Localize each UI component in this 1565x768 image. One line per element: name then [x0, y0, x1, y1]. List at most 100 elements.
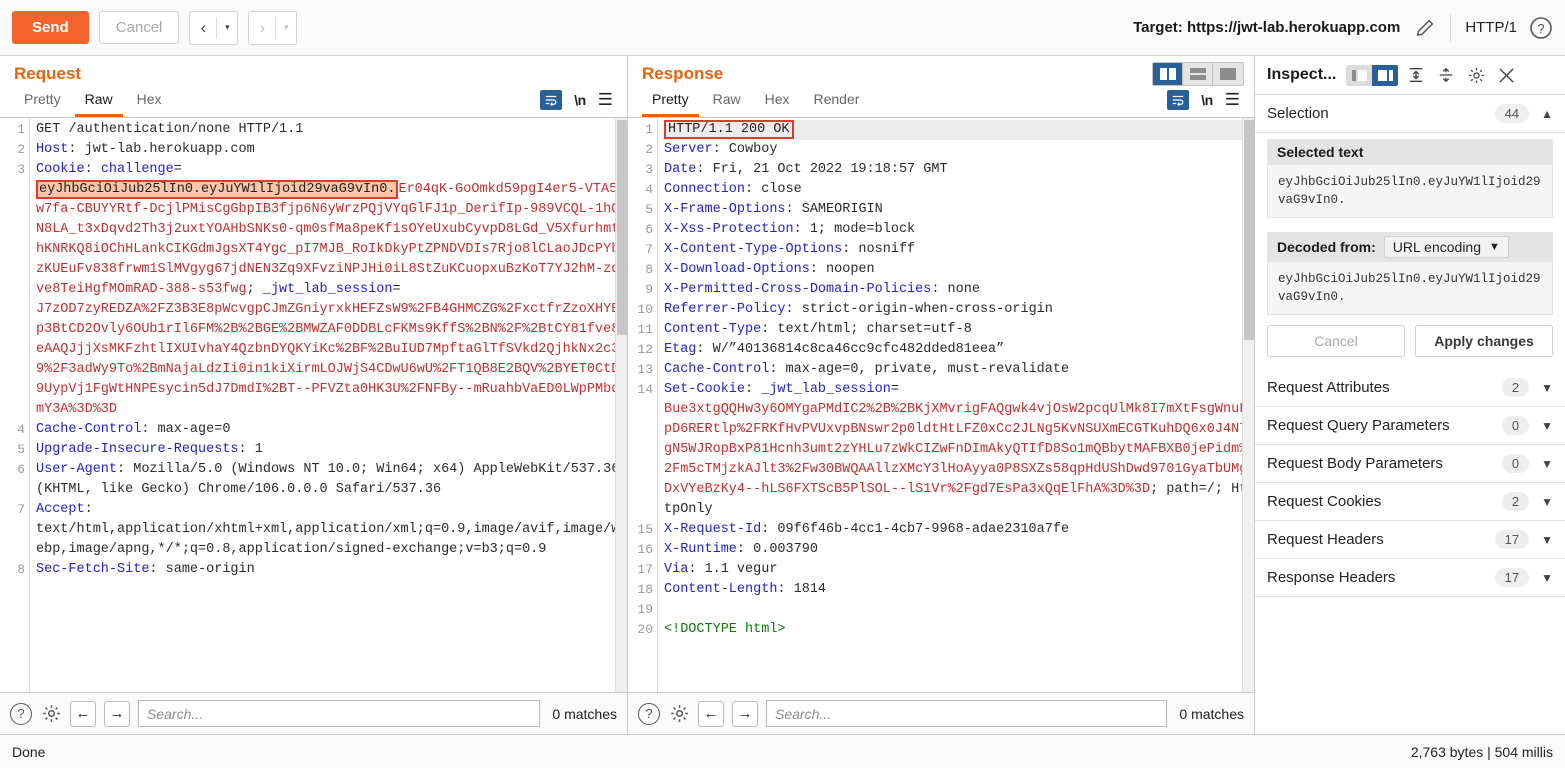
help-icon[interactable]: ? — [1529, 16, 1553, 40]
response-editor[interactable]: 1 2 3 4 5 6 7 8 9 10 11 12 13 14 15 16 17 18 19 20 HTTP/1.1… — [628, 118, 1254, 692]
pencil-icon[interactable] — [1414, 17, 1436, 39]
code-line[interactable]: Connection: close — [664, 180, 1254, 200]
code-line[interactable]: X-Permitted-Cross-Domain-Policies: none — [664, 280, 1254, 300]
decoded-value[interactable]: eyJhbGciOiJub25lIn0.eyJuYW1lIjoid29vaG9v… — [1267, 262, 1553, 315]
code-line[interactable]: X-Runtime: 0.003790 — [664, 540, 1254, 560]
tab-request-hex[interactable]: Hex — [127, 86, 172, 117]
single-pane-icon[interactable] — [1213, 63, 1243, 85]
gear-icon[interactable] — [668, 703, 690, 725]
code-line[interactable]: X-Download-Options: noopen — [664, 260, 1254, 280]
code-line[interactable]: X-Request-Id: 09f6f46b-4cc1-4cb7-9968-ad… — [664, 520, 1254, 540]
http-version-label[interactable]: HTTP/1 — [1465, 19, 1517, 36]
search-prev-button[interactable]: ← — [70, 700, 96, 727]
gear-icon[interactable] — [1464, 64, 1488, 86]
response-search-input[interactable] — [766, 700, 1168, 727]
collapse-all-icon[interactable] — [1434, 64, 1458, 86]
tab-response-render[interactable]: Render — [804, 86, 870, 117]
request-search-input[interactable] — [138, 700, 541, 727]
code-line[interactable]: Etag: W/”40136814c8ca46cc9cfc482dded81ee… — [664, 340, 1254, 360]
code-line[interactable]: GET /authentication/none HTTP/1.1 — [36, 120, 627, 140]
inspector-section-request-body-parameters[interactable]: Request Body Parameters 0 ▼ — [1255, 445, 1565, 483]
code-line[interactable]: HTTP/1.1 200 OK — [664, 120, 1254, 140]
word-wrap-icon[interactable] — [540, 89, 563, 110]
word-wrap-icon[interactable] — [1167, 89, 1190, 110]
inspector-section-request-attributes[interactable]: Request Attributes 2 ▼ — [1255, 369, 1565, 407]
pane-right-icon[interactable] — [1372, 64, 1399, 86]
chevron-down-icon[interactable]: ▼ — [1541, 571, 1553, 585]
code-line[interactable]: Referrer-Policy: strict-origin-when-cros… — [664, 300, 1254, 320]
request-scrollbar[interactable] — [615, 118, 627, 692]
code-line[interactable]: Cookie: challenge= eyJhbGciOiJub25lIn0.e… — [36, 160, 627, 420]
help-icon[interactable]: ? — [10, 702, 32, 725]
inspector-section-request-headers[interactable]: Request Headers 17 ▼ — [1255, 521, 1565, 559]
code-line[interactable]: X-Frame-Options: SAMEORIGIN — [664, 200, 1254, 220]
code-line[interactable]: Upgrade-Insecure-Requests: 1 — [36, 440, 627, 460]
code-line[interactable]: Server: Cowboy — [664, 140, 1254, 160]
pane-left-icon[interactable] — [1346, 64, 1373, 86]
menu-icon[interactable]: ☰ — [598, 91, 613, 108]
tab-response-raw[interactable]: Raw — [703, 86, 751, 117]
code-line[interactable]: X-Xss-Protection: 1; mode=block — [664, 220, 1254, 240]
code-segment: X-Download-Options — [664, 262, 810, 277]
decoded-from-select[interactable]: URL encoding ▼ — [1383, 236, 1509, 258]
code-line[interactable]: Content-Type: text/html; charset=utf-8 — [664, 320, 1254, 340]
history-forward-group[interactable]: › ▾ — [248, 10, 298, 45]
split-horizontal-icon[interactable] — [1183, 63, 1213, 85]
chevron-down-icon[interactable]: ▾ — [276, 12, 296, 44]
chevron-left-icon[interactable]: ‹ — [190, 12, 216, 44]
code-line[interactable] — [664, 600, 1254, 620]
inspector-section-response-headers[interactable]: Response Headers 17 ▼ — [1255, 559, 1565, 597]
tab-response-hex[interactable]: Hex — [755, 86, 800, 117]
show-newlines-icon[interactable]: \n — [1201, 92, 1213, 108]
code-line[interactable]: Cache-Control: max-age=0, private, must-… — [664, 360, 1254, 380]
code-segment: : — [84, 162, 101, 177]
show-newlines-icon[interactable]: \n — [574, 92, 586, 108]
gear-icon[interactable] — [40, 703, 62, 725]
chevron-down-icon[interactable]: ▼ — [1541, 495, 1553, 509]
line-number: 20 — [637, 622, 653, 637]
request-code[interactable]: GET /authentication/none HTTP/1.1 Host: j… — [30, 118, 627, 692]
chevron-down-icon[interactable]: ▼ — [1541, 419, 1553, 433]
inspector-section-selection[interactable]: Selection 44 ▲ — [1255, 95, 1565, 133]
code-line[interactable]: User-Agent: Mozilla/5.0 (Windows NT 10.0… — [36, 460, 627, 500]
chevron-down-icon[interactable]: ▼ — [1541, 381, 1553, 395]
code-line[interactable]: Host: jwt-lab.herokuapp.com — [36, 140, 627, 160]
chevron-down-icon[interactable]: ▼ — [1541, 457, 1553, 471]
history-back-group[interactable]: ‹ ▾ — [189, 10, 239, 45]
code-line[interactable]: Date: Fri, 21 Oct 2022 19:18:57 GMT — [664, 160, 1254, 180]
code-line[interactable]: <!DOCTYPE html> — [664, 620, 1254, 640]
tab-request-pretty[interactable]: Pretty — [14, 86, 71, 117]
cancel-button[interactable]: Cancel — [98, 11, 180, 44]
tab-response-pretty[interactable]: Pretty — [642, 86, 699, 117]
tab-request-raw[interactable]: Raw — [74, 86, 123, 117]
chevron-up-icon[interactable]: ▲ — [1541, 107, 1553, 121]
inspector-section-request-query-parameters[interactable]: Request Query Parameters 0 ▼ — [1255, 407, 1565, 445]
split-vertical-icon[interactable] — [1153, 63, 1183, 85]
inspector-section-request-cookies[interactable]: Request Cookies 2 ▼ — [1255, 483, 1565, 521]
menu-icon[interactable]: ☰ — [1225, 91, 1240, 108]
code-line[interactable]: Sec-Fetch-Site: same-origin — [36, 560, 627, 580]
chevron-down-icon[interactable]: ▾ — [217, 12, 237, 44]
apply-changes-button[interactable]: Apply changes — [1415, 325, 1553, 357]
request-editor[interactable]: 1 2 3 4 5 6 7 8 GET /authentication/none HTTP/1… — [0, 118, 627, 692]
code-line[interactable]: Accept: text/html,application/xhtml+xml,… — [36, 500, 627, 560]
close-icon[interactable] — [1494, 64, 1518, 86]
chevron-down-icon[interactable]: ▼ — [1541, 533, 1553, 547]
search-next-button[interactable]: → — [732, 700, 758, 727]
code-line[interactable]: Content-Length: 1814 — [664, 580, 1254, 600]
search-prev-button[interactable]: ← — [698, 700, 724, 727]
search-next-button[interactable]: → — [104, 700, 130, 727]
response-scrollbar[interactable] — [1242, 118, 1254, 692]
response-code[interactable]: HTTP/1.1 200 OK Server: Cowboy Date: Fri, … — [658, 118, 1254, 692]
expand-all-icon[interactable] — [1404, 64, 1428, 86]
request-match-count: 0 matches — [552, 705, 617, 722]
chevron-right-icon[interactable]: › — [249, 12, 275, 44]
code-line[interactable]: Cache-Control: max-age=0 — [36, 420, 627, 440]
code-line[interactable]: Via: 1.1 vegur — [664, 560, 1254, 580]
send-button[interactable]: Send — [12, 11, 89, 44]
help-icon[interactable]: ? — [638, 702, 660, 725]
code-line[interactable]: Set-Cookie: _jwt_lab_session= Bue3xtgQQH… — [664, 380, 1254, 520]
selected-text-value[interactable]: eyJhbGciOiJub25lIn0.eyJuYW1lIjoid29vaG9v… — [1267, 165, 1553, 218]
cancel-button[interactable]: Cancel — [1267, 325, 1405, 357]
code-line[interactable]: X-Content-Type-Options: nosniff — [664, 240, 1254, 260]
